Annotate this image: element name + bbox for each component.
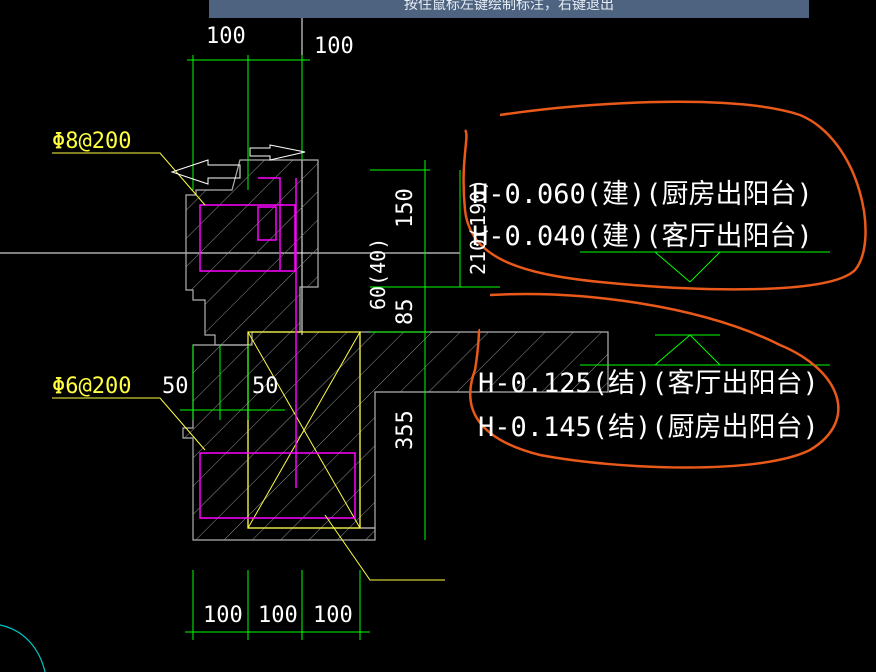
dim-bottom-3: 100 <box>313 603 353 628</box>
dim-mid-50-right: 50 <box>252 374 279 399</box>
rebar-spec-labels: Φ8@200 Φ6@200 <box>52 129 131 399</box>
status-banner: 按住鼠标左键绘制标注，右键退出 <box>209 0 809 18</box>
dim-bottom-1: 100 <box>203 603 243 628</box>
dim-mid-50-left: 50 <box>162 374 189 399</box>
upper-curb-section <box>185 159 319 346</box>
lower-beam-section <box>182 331 376 541</box>
dim-top-right: 100 <box>314 34 354 59</box>
dim-side-60: 60(40) <box>366 238 390 310</box>
cad-drawing-canvas[interactable]: 100 100 50 50 100 100 100 150 85 210(190… <box>0 0 876 672</box>
elevation-label-2: H-0.040(建)(客厅出阳台) <box>472 221 813 252</box>
elevation-label-1: H-0.060(建)(厨房出阳台) <box>472 179 813 210</box>
viewport-corner-arc <box>0 624 46 672</box>
elevation-label-3: H-0.125(结)(客厅出阳台) <box>478 368 819 399</box>
dim-side-355: 355 <box>393 410 418 450</box>
elevation-labels: H-0.060(建)(厨房出阳台) H-0.040(建)(客厅出阳台) H-0.… <box>472 179 819 443</box>
rebar-label-top: Φ8@200 <box>52 129 131 154</box>
dim-side-85: 85 <box>393 299 418 326</box>
dim-side-150: 150 <box>393 188 418 228</box>
dim-top-left: 100 <box>206 24 246 49</box>
rebar-label-bottom: Φ6@200 <box>52 374 131 399</box>
dim-bottom-2: 100 <box>258 603 298 628</box>
elevation-label-4: H-0.145(结)(厨房出阳台) <box>478 412 819 443</box>
